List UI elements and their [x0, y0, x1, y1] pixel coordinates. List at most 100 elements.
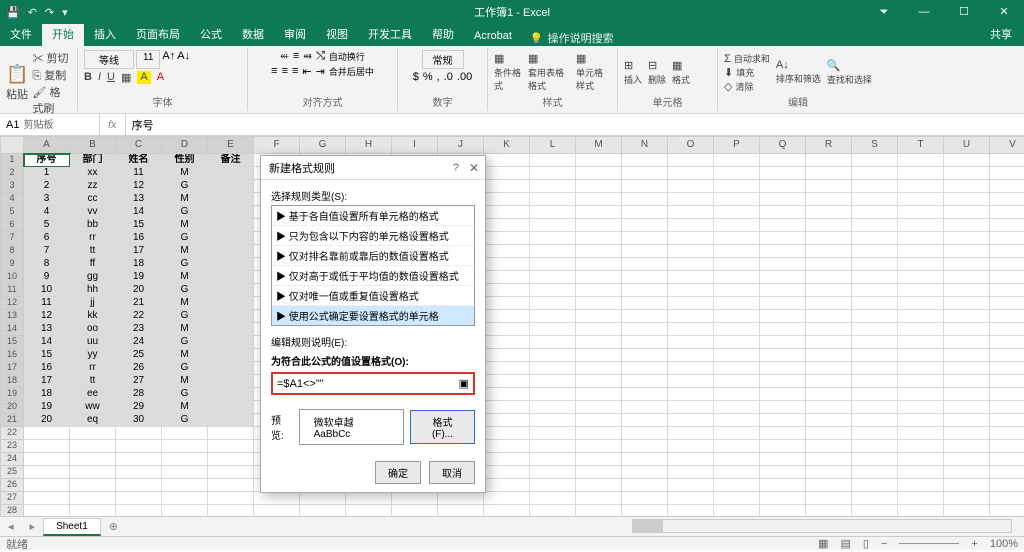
cell[interactable]	[576, 453, 622, 466]
cell[interactable]: tt	[70, 245, 116, 258]
column-header[interactable]: F	[254, 136, 300, 154]
cell[interactable]	[484, 310, 530, 323]
column-header[interactable]: B	[70, 136, 116, 154]
row-header[interactable]: 3	[0, 180, 24, 193]
cell[interactable]	[300, 492, 346, 505]
cell[interactable]	[484, 232, 530, 245]
wrap-button[interactable]: 自动换行	[329, 50, 365, 63]
cell[interactable]	[806, 336, 852, 349]
cell[interactable]	[530, 440, 576, 453]
cell[interactable]	[760, 453, 806, 466]
cell[interactable]	[806, 453, 852, 466]
cell[interactable]	[622, 414, 668, 427]
cell[interactable]	[484, 375, 530, 388]
cell[interactable]	[622, 401, 668, 414]
ok-button[interactable]: 确定	[375, 461, 421, 484]
cell[interactable]	[760, 479, 806, 492]
cell[interactable]	[898, 219, 944, 232]
delete-cells-button[interactable]: ⊟删除	[648, 59, 666, 86]
cell[interactable]	[484, 440, 530, 453]
cell[interactable]	[990, 271, 1024, 284]
zoom-out-icon[interactable]: −	[881, 538, 887, 550]
grow-font-icon[interactable]: A↑	[162, 50, 175, 69]
cell[interactable]: kk	[70, 310, 116, 323]
cell[interactable]	[668, 271, 714, 284]
cell[interactable]: 23	[116, 323, 162, 336]
merge-button[interactable]: 合并后居中	[329, 65, 374, 78]
cell[interactable]	[530, 180, 576, 193]
cell[interactable]	[668, 401, 714, 414]
rule-type-item[interactable]: ▶ 基于各自值设置所有单元格的格式	[272, 206, 474, 226]
cell[interactable]	[806, 167, 852, 180]
cell[interactable]	[576, 492, 622, 505]
cell[interactable]	[760, 193, 806, 206]
cell[interactable]	[530, 336, 576, 349]
cell[interactable]	[208, 167, 254, 180]
cell[interactable]	[898, 479, 944, 492]
cell[interactable]	[898, 193, 944, 206]
cell[interactable]	[484, 453, 530, 466]
cell[interactable]	[898, 167, 944, 180]
cell[interactable]: 27	[116, 375, 162, 388]
cell[interactable]	[714, 492, 760, 505]
cell[interactable]	[668, 180, 714, 193]
align-left-icon[interactable]: ≡	[271, 65, 277, 78]
row-header[interactable]: 13	[0, 310, 24, 323]
cell[interactable]	[116, 466, 162, 479]
cell[interactable]	[70, 492, 116, 505]
row-header[interactable]: 24	[0, 453, 24, 466]
cell[interactable]	[760, 245, 806, 258]
cell[interactable]	[70, 440, 116, 453]
cell[interactable]	[714, 284, 760, 297]
cell[interactable]	[990, 492, 1024, 505]
font-size[interactable]: 11	[136, 50, 160, 69]
tab-view[interactable]: 视图	[316, 22, 358, 46]
rule-type-item[interactable]: ▶ 只为包含以下内容的单元格设置格式	[272, 226, 474, 246]
cell[interactable]	[944, 362, 990, 375]
zoom-level[interactable]: 100%	[990, 538, 1018, 550]
cell[interactable]	[622, 206, 668, 219]
cell[interactable]	[484, 362, 530, 375]
cell[interactable]	[484, 492, 530, 505]
row-header[interactable]: 27	[0, 492, 24, 505]
align-top-icon[interactable]: ⬴	[280, 50, 289, 63]
cell[interactable]	[484, 193, 530, 206]
cell[interactable]	[806, 375, 852, 388]
cell[interactable]	[714, 323, 760, 336]
cell[interactable]	[622, 271, 668, 284]
help-icon[interactable]: ?	[453, 162, 459, 174]
cell[interactable]	[668, 245, 714, 258]
formula-value-input[interactable]: =$A1<>"" ▣	[271, 372, 475, 395]
cell[interactable]: 29	[116, 401, 162, 414]
cell[interactable]	[806, 401, 852, 414]
cell[interactable]	[208, 258, 254, 271]
cell[interactable]	[484, 167, 530, 180]
cell[interactable]	[622, 440, 668, 453]
cell[interactable]	[484, 154, 530, 167]
cell[interactable]	[530, 375, 576, 388]
cell[interactable]	[484, 219, 530, 232]
cell[interactable]	[622, 427, 668, 440]
qat-dropdown-icon[interactable]: ▾	[62, 6, 68, 19]
cell[interactable]: M	[162, 323, 208, 336]
cell[interactable]	[714, 180, 760, 193]
cell[interactable]	[898, 271, 944, 284]
view-normal-icon[interactable]: ▦	[818, 537, 828, 550]
cell[interactable]	[392, 492, 438, 505]
cell[interactable]	[898, 414, 944, 427]
cell[interactable]: zz	[70, 180, 116, 193]
column-header[interactable]: E	[208, 136, 254, 154]
row-header[interactable]: 17	[0, 362, 24, 375]
cell[interactable]	[530, 232, 576, 245]
cell[interactable]	[530, 349, 576, 362]
cell[interactable]: 30	[116, 414, 162, 427]
cell[interactable]	[668, 388, 714, 401]
cell[interactable]	[898, 297, 944, 310]
cell[interactable]: M	[162, 297, 208, 310]
cell[interactable]	[990, 388, 1024, 401]
cell[interactable]	[622, 362, 668, 375]
cell[interactable]	[484, 479, 530, 492]
cell[interactable]	[254, 492, 300, 505]
cell[interactable]	[162, 453, 208, 466]
cell[interactable]	[24, 453, 70, 466]
